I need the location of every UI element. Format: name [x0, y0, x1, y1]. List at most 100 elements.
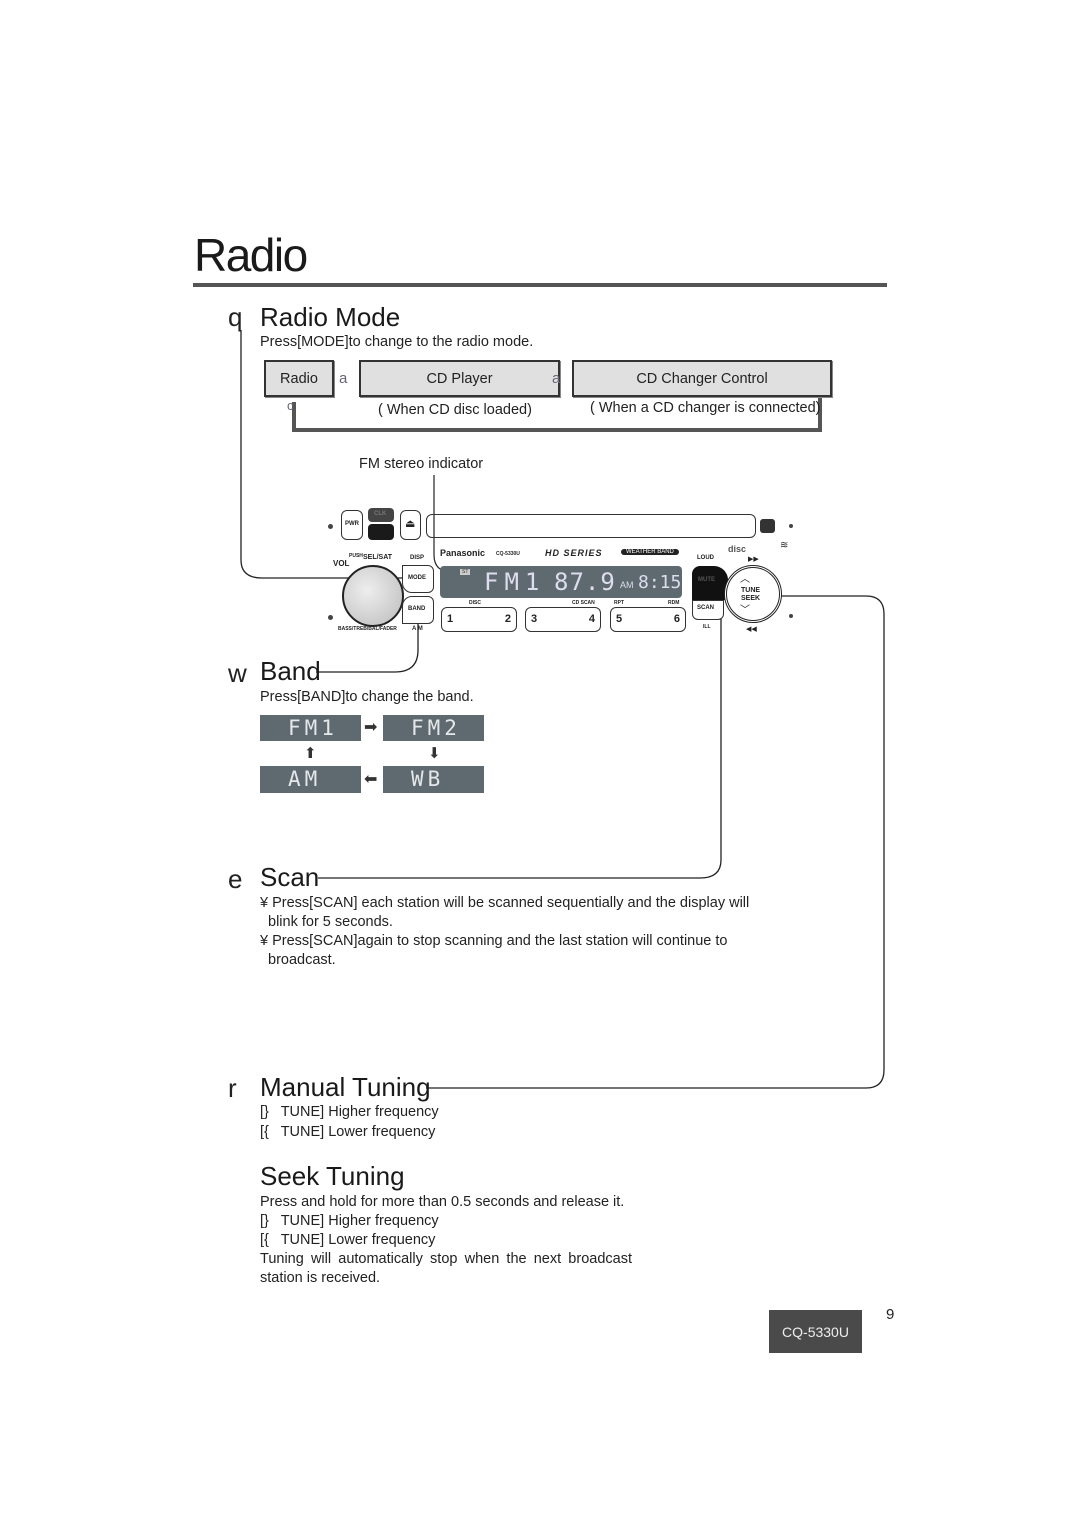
band-heading: Band — [260, 656, 321, 686]
unit-lcd: ST FM1 87.9 AM 8:15 — [440, 566, 682, 598]
seek-tuning-note: Tuning will automatically stop when the … — [260, 1251, 632, 1286]
scan-heading: Scan — [260, 862, 320, 892]
manual-tuning-higher: [} TUNE] Higher frequency — [260, 1104, 439, 1120]
preset-label: 3 — [531, 613, 538, 625]
lcd-band: FM1 — [484, 568, 546, 596]
preset-label: 1 — [447, 613, 454, 625]
pwr-button: PWR — [341, 510, 363, 540]
disc-logo-icon: disc — [728, 544, 747, 554]
section-letter-w: w — [228, 658, 247, 688]
mode-label: CD Player — [426, 370, 493, 387]
scan-button: SCAN — [692, 600, 724, 620]
band-lcd-label: WB — [411, 767, 445, 791]
bass-label: BASS/TREB/BAL/FADER — [338, 626, 397, 632]
lcd-clock: 8:15 — [638, 572, 682, 593]
band-lcd-label: FM1 — [288, 716, 338, 740]
preset-button-5-6: 5 6 — [610, 607, 686, 632]
preset-button-3-4: 3 4 — [525, 607, 601, 632]
sel-label: SEL/SAT — [363, 554, 393, 561]
stereo-indicator-callout: FM stereo indicator — [359, 456, 484, 472]
arrow-down-icon: ⬇ — [428, 745, 441, 762]
arrow-up-icon: ⬆ — [304, 745, 317, 762]
scan-btn-label: SCAN — [697, 605, 715, 611]
am-label: A M — [412, 626, 423, 632]
stereo-indicator: ST — [460, 569, 471, 575]
lcd-frequency: 87.9 — [554, 568, 616, 596]
radio-mode-heading: Radio Mode — [260, 302, 401, 332]
lcd-ampm: AM — [620, 580, 634, 590]
cd-changer-note: ( When a CD changer is connected) — [590, 400, 821, 416]
disp-label: DISP — [410, 555, 425, 561]
callout-lines — [240, 330, 885, 1089]
band-lcd-fm1: FM1 — [260, 715, 361, 741]
series-label: HD SERIES — [545, 548, 603, 558]
led-dot — [789, 614, 793, 618]
seek-tuning-lower: [{ TUNE] Lower frequency — [260, 1232, 436, 1248]
section-letter-e: e — [228, 864, 243, 894]
preset-label: 2 — [504, 613, 511, 625]
band-lcd-label: AM — [288, 767, 322, 791]
model-badge: CQ-5330U — [769, 1310, 862, 1353]
cdscan-label: CD SCAN — [572, 600, 595, 606]
ill-label: ILL — [703, 624, 711, 630]
band-instruction: Press[BAND]to change the band. — [260, 689, 474, 705]
mode-box-cd-player: CD Player — [359, 360, 560, 397]
mode-btn-label: MODE — [408, 575, 426, 581]
scan-callout-line — [318, 612, 722, 879]
mute-label: MUTE — [698, 577, 715, 583]
push-label: PUSH — [349, 553, 363, 559]
band-btn-label: BAND — [408, 606, 426, 612]
tune-seek-knob: ︿ TUNE SEEK ﹀ — [724, 565, 782, 623]
rpt-label: RPT — [614, 600, 624, 606]
led-dot — [328, 615, 333, 620]
radio-mode-instruction: Press[MODE]to change to the radio mode. — [260, 334, 534, 350]
xm-radio-icon: ≋ — [780, 540, 789, 551]
rewind-icon: ◀◀ — [746, 626, 757, 633]
led-dot — [328, 524, 333, 529]
clk-label: CLK — [374, 511, 387, 517]
band-lcd-wb: WB — [383, 766, 484, 793]
disc-label: DISC — [469, 600, 481, 606]
mode-box-radio: Radio — [264, 360, 334, 397]
scan-bullet-2: ¥ Press[SCAN]again to stop scanning and … — [260, 933, 728, 968]
preset-label: 6 — [673, 613, 680, 625]
preset-label: 4 — [588, 613, 595, 625]
eject-button: ⏏ — [400, 510, 421, 540]
pwr-label: PWR — [345, 521, 359, 527]
seek-tuning-higher: [} TUNE] Higher frequency — [260, 1213, 439, 1229]
band-lcd-am: AM — [260, 766, 361, 793]
unit-model-label: CQ-5330U — [496, 551, 520, 557]
tune-label: TUNE — [741, 587, 761, 594]
manual-tuning-lower: [{ TUNE] Lower frequency — [260, 1124, 436, 1140]
down-chevron-icon: ﹀ — [740, 605, 750, 616]
mode-button: MODE — [402, 565, 434, 593]
mode-box-cd-changer: CD Changer Control — [572, 360, 832, 397]
model-label: CQ-5330U — [782, 1323, 849, 1340]
arrow-left-icon: ⬅ — [364, 771, 378, 788]
section-letter-r: r — [228, 1073, 237, 1103]
arrow-right-icon: ➡ — [364, 719, 378, 736]
manual-tuning-heading: Manual Tuning — [260, 1072, 431, 1102]
tune-callout-line — [426, 595, 885, 1089]
volume-knob — [342, 565, 404, 627]
preset-button-1-2: 1 2 — [441, 607, 517, 632]
mute-button: MUTE — [692, 566, 728, 600]
brand-label: Panasonic — [440, 548, 486, 558]
band-lcd-fm2: FM2 — [383, 715, 484, 741]
weather-band-badge: WEATHER BAND — [621, 549, 679, 555]
section-letter-q: q — [228, 302, 243, 332]
release-button — [760, 519, 775, 533]
mode-arrow-2: a — [552, 370, 561, 387]
eject-icon: ⏏ — [405, 518, 416, 530]
page-number: 9 — [886, 1306, 895, 1323]
mode-label: CD Changer Control — [636, 370, 768, 387]
loud-label: LOUD — [697, 555, 714, 561]
up-chevron-icon: ︿ — [740, 574, 750, 585]
seek-tuning-heading: Seek Tuning — [260, 1161, 405, 1191]
scan-bullet-1: ¥ Press[SCAN] each station will be scann… — [260, 895, 750, 930]
rdm-label: RDM — [668, 600, 680, 606]
band-lcd-label: FM2 — [411, 716, 461, 740]
fast-forward-icon: ▶▶ — [748, 556, 759, 563]
clk-button: CLK — [368, 508, 394, 522]
vol-label: VOL — [333, 559, 350, 568]
